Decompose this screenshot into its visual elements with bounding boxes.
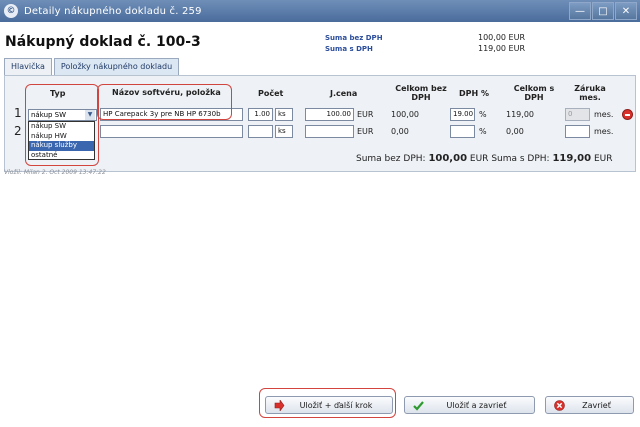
- total-with-vat: 0,00: [506, 127, 524, 136]
- close-label: Zavrieť: [582, 400, 611, 410]
- months-label: mes.: [594, 110, 614, 119]
- col-header-unit-price: J.cena: [330, 89, 358, 98]
- total-without-vat-label: Suma bez DPH:: [356, 154, 426, 164]
- purchase-document-window: © Detaily nákupného dokladu č. 259 — □ ✕…: [0, 0, 640, 427]
- save-close-label: Uložiť a zavrieť: [446, 400, 507, 410]
- total-with-vat: 119,00: [506, 110, 534, 119]
- total-without-vat-value: 100,00: [428, 153, 468, 164]
- col-header-total-without-vat: Celkom bez DPH: [395, 84, 447, 102]
- total-without-vat: 0,00: [391, 127, 409, 136]
- created-by-info: Vložil: Milan 2. Oct 2009 13:47:22: [4, 169, 106, 176]
- warranty-input: 0: [565, 108, 590, 121]
- highlight-type-column: [25, 84, 99, 166]
- total-with-vat-label: Suma s DPH:: [491, 154, 550, 164]
- close-button[interactable]: Zavrieť: [545, 396, 634, 414]
- currency-label: EUR: [357, 127, 374, 136]
- highlight-name-column: [97, 84, 232, 120]
- save-close-button[interactable]: Uložiť a zavrieť: [404, 396, 535, 414]
- item-name-input[interactable]: [100, 125, 243, 138]
- minimize-button[interactable]: —: [569, 2, 591, 20]
- window-title: Detaily nákupného dokladu č. 259: [24, 5, 202, 17]
- percent-label: %: [479, 110, 487, 119]
- percent-label: %: [479, 127, 487, 136]
- col-header-count: Počet: [258, 89, 284, 98]
- unit-price-input[interactable]: 100.00: [305, 108, 354, 121]
- months-label: mes.: [594, 127, 614, 136]
- total-with-vat-currency: EUR: [593, 154, 613, 164]
- checkmark-icon: [413, 401, 424, 411]
- tab-header[interactable]: Hlavička: [4, 58, 52, 75]
- close-icon: ✕: [621, 5, 631, 17]
- delete-row-icon[interactable]: [622, 109, 633, 120]
- currency-label: EUR: [357, 110, 374, 119]
- warranty-input[interactable]: [565, 125, 590, 138]
- app-icon: ©: [4, 4, 18, 18]
- close-window-button[interactable]: ✕: [615, 2, 637, 20]
- row-number: 2: [14, 124, 22, 138]
- save-next-step-button[interactable]: Uložiť + ďalší krok: [265, 396, 393, 414]
- count-input[interactable]: [248, 125, 273, 138]
- total-with-vat-value: 119,00: [552, 153, 592, 164]
- total-without-vat-currency: EUR: [469, 154, 489, 164]
- count-input[interactable]: 1.00: [248, 108, 273, 121]
- vat-input[interactable]: 19.00: [450, 108, 475, 121]
- row-number: 1: [14, 106, 22, 120]
- maximize-button[interactable]: □: [592, 2, 614, 20]
- arrow-right-icon: [274, 400, 285, 411]
- unit-input[interactable]: ks: [275, 108, 293, 121]
- col-header-total-with-vat: Celkom s DPH: [513, 84, 555, 102]
- vat-input[interactable]: [450, 125, 475, 138]
- total-without-vat: 100,00: [391, 110, 419, 119]
- title-bar: © Detaily nákupného dokladu č. 259 — □ ✕: [0, 0, 640, 22]
- unit-input[interactable]: ks: [275, 125, 293, 138]
- sum-with-vat-label: Suma s DPH: [325, 45, 373, 53]
- sum-without-vat-label: Suma bez DPH: [325, 34, 383, 42]
- totals-line: Suma bez DPH: 100,00 EUR Suma s DPH: 119…: [356, 153, 612, 164]
- sum-without-vat-value: 100,00 EUR: [478, 33, 526, 42]
- maximize-icon: □: [598, 5, 608, 17]
- minimize-icon: —: [575, 5, 585, 17]
- tab-bar: Hlavička Položky nákupného dokladu: [4, 58, 181, 75]
- tab-items[interactable]: Položky nákupného dokladu: [53, 58, 180, 75]
- sum-with-vat-value: 119,00 EUR: [478, 44, 526, 53]
- col-header-vat: DPH %: [459, 89, 489, 98]
- cancel-icon: [554, 400, 565, 411]
- unit-price-input[interactable]: [305, 125, 354, 138]
- col-header-warranty: Záruka mes.: [574, 84, 606, 102]
- save-next-step-label: Uložiť + ďalší krok: [299, 400, 373, 410]
- document-header: Nákupný doklad č. 100-3 Suma bez DPH 100…: [0, 22, 640, 58]
- page-title: Nákupný doklad č. 100-3: [5, 34, 201, 50]
